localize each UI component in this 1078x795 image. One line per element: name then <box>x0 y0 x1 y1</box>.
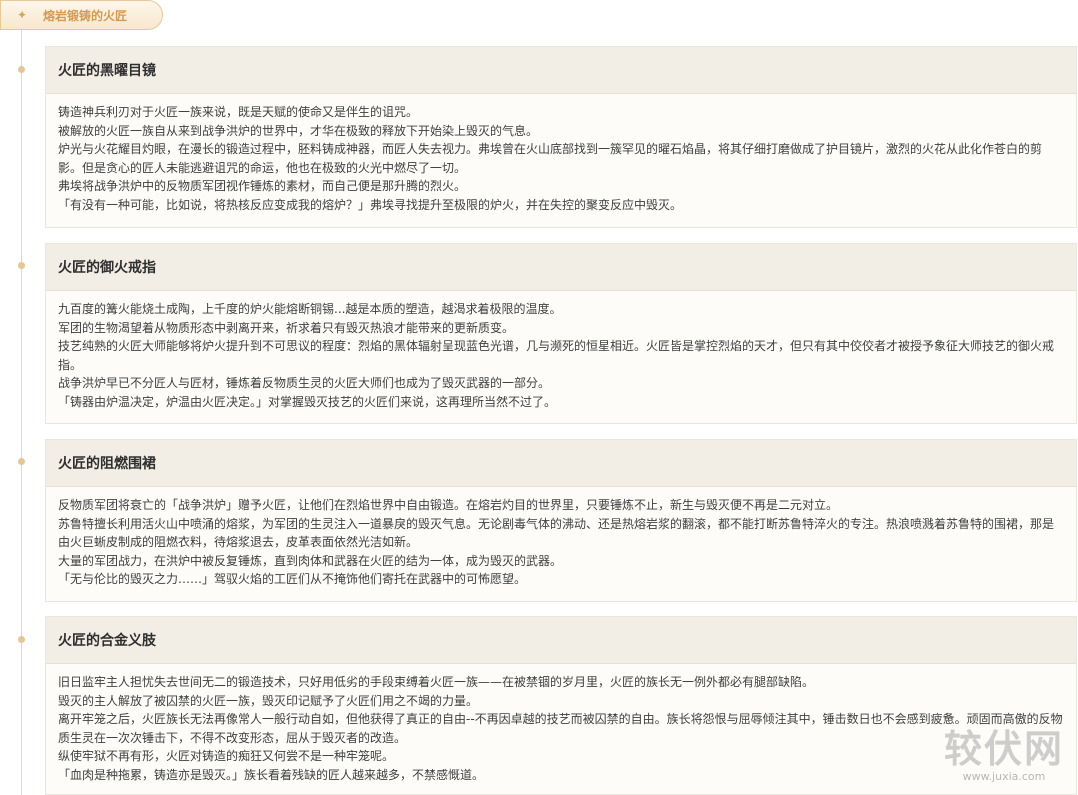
relic-card-header: 火匠的阻燃围裙 <box>46 440 1076 487</box>
description-line: 大量的军团战力，在洪炉中被反复锤炼，直到肉体和武器在火匠的结为一体，成为毁灭的武… <box>58 553 563 568</box>
watermark-logo-text: 较伏网 <box>943 726 1064 771</box>
relic-card-apron: 火匠的阻燃围裙 反物质军团将衰亡的「战争洪炉」赠予火匠，让他们在烈焰世界中自由锻… <box>45 439 1077 602</box>
timeline-dot <box>18 262 25 269</box>
description-line: 被解放的火匠一族自从来到战争洪炉的世界中，才华在极致的释放下开始染上毁灭的气息。 <box>58 123 539 138</box>
relic-card-prosthetic: 火匠的合金义肢 旧日监牢主人担忧失去世间无二的锻造技术，只好用低劣的手段束缚着火… <box>45 616 1077 795</box>
description-line: 「有没有一种可能，比如说，将热核反应变成我的熔炉？」弗埃寻找提升至极限的炉火，并… <box>58 197 683 212</box>
description-line: 弗埃将战争洪炉中的反物质军团视作锤炼的素材，而自己便是那升腾的烈火。 <box>58 179 467 193</box>
description-line: 离开牢笼之后，火匠族长无法再像常人一般行动自如，但他获得了真正的自由--不再因卓… <box>58 712 1063 745</box>
description-line: 军团的生物渴望着从物质形态中剥离开来，祈求着只有毁灭热浪才能带来的更新质变。 <box>58 320 515 335</box>
relic-description: 旧日监牢主人担忧失去世间无二的锻造技术，只好用低劣的手段束缚着火匠一族——在被禁… <box>46 664 1076 784</box>
description-line: 苏鲁特擅长利用活火山中喷涌的熔浆，为军团的生灵注入一道暴戾的毁灭气息。无论剧毒气… <box>58 516 1055 550</box>
timeline-dot <box>18 458 25 465</box>
relic-description: 反物质军团将衰亡的「战争洪炉」赠予火匠，让他们在烈焰世界中自由锻造。在熔岩灼目的… <box>46 487 1076 589</box>
sparkle-icon: ✦ <box>16 8 28 22</box>
site-watermark: 较伏网 www.juxia.com <box>943 726 1064 784</box>
description-line: 「无与伦比的毁灭之力……」驾驭火焰的工匠们从不掩饰他们寄托在武器中的可怖愿望。 <box>58 572 527 586</box>
description-line: 反物质军团将衰亡的「战争洪炉」赠予火匠，让他们在烈焰世界中自由锻造。在熔岩灼目的… <box>58 498 839 512</box>
relic-card-goggles: 火匠的黑曜目镜 铸造神兵利刃对于火匠一族来说，既是天赋的使命又是伴生的诅咒。 被… <box>45 46 1077 228</box>
timeline-line <box>21 30 22 795</box>
set-title-tag: ✦ 熔岩锻铸的火匠 <box>0 0 163 30</box>
timeline-dot <box>18 66 25 73</box>
description-line: 纵使牢狱不再有形，火匠对铸造的痴狂又何尝不是一种牢笼呢。 <box>58 749 395 763</box>
relic-card-header: 火匠的御火戒指 <box>46 244 1076 291</box>
description-line: 「血肉是种拖累，铸造亦是毁灭。」族长看着残缺的匠人越来越多，不禁感慨道。 <box>58 767 485 782</box>
description-line: 技艺纯熟的火匠大师能够将炉火提升到不可思议的程度：烈焰的黑体辐射呈现蓝色光谱，几… <box>58 339 1055 372</box>
relic-card-ring: 火匠的御火戒指 九百度的篝火能烧土成陶，上千度的炉火能熔断铜锡...越是本质的塑… <box>45 243 1077 424</box>
description-line: 九百度的篝火能烧土成陶，上千度的炉火能熔断铜锡...越是本质的塑造，越渴求着极限… <box>58 302 562 316</box>
description-line: 炉光与火花耀目灼眼，在漫长的锻造过程中，胚料铸成神器，而匠人失去视力。弗埃曾在火… <box>58 142 1043 175</box>
relic-name: 火匠的阻燃围裙 <box>58 456 156 472</box>
relic-description: 九百度的篝火能烧土成陶，上千度的炉火能熔断铜锡...越是本质的塑造，越渴求着极限… <box>46 291 1076 411</box>
timeline-dot <box>18 636 25 643</box>
description-line: 铸造神兵利刃对于火匠一族来说，既是天赋的使命又是伴生的诅咒。 <box>58 105 419 119</box>
set-title: 熔岩锻铸的火匠 <box>43 8 128 23</box>
description-line: 旧日监牢主人担忧失去世间无二的锻造技术，只好用低劣的手段束缚着火匠一族——在被禁… <box>58 675 815 689</box>
watermark-url: www.juxia.com <box>962 770 1046 783</box>
relic-description: 铸造神兵利刃对于火匠一族来说，既是天赋的使命又是伴生的诅咒。 被解放的火匠一族自… <box>46 94 1076 214</box>
description-line: 战争洪炉早已不分匠人与匠材，锤炼着反物质生灵的火匠大师们也成为了毁灭武器的一部分… <box>58 376 551 390</box>
relic-name: 火匠的御火戒指 <box>58 260 156 276</box>
description-line: 毁灭的主人解放了被囚禁的火匠一族，毁灭印记赋予了火匠们用之不竭的力量。 <box>58 693 479 708</box>
relic-card-header: 火匠的黑曜目镜 <box>46 47 1076 94</box>
relic-card-header: 火匠的合金义肢 <box>46 617 1076 664</box>
description-line: 「铸器由炉温决定，炉温由火匠决定。」对掌握毁灭技艺的火匠们来说，这再理所当然不过… <box>58 394 557 409</box>
relic-name: 火匠的黑曜目镜 <box>58 63 156 79</box>
relic-name: 火匠的合金义肢 <box>58 633 156 649</box>
